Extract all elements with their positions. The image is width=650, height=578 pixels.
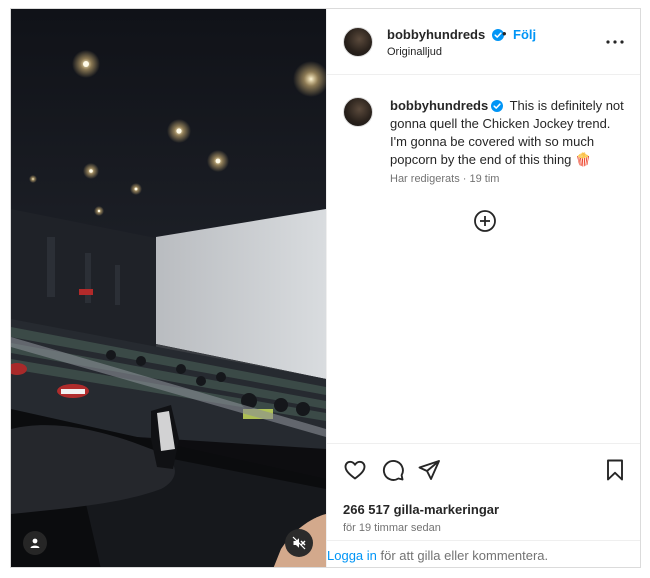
caption-text-block: bobbyhundreds This is definitely not gon… <box>390 97 630 169</box>
post-side-panel: bobbyhundreds • Följ Originalljud bobbyh… <box>326 9 640 567</box>
user-tag-button[interactable] <box>23 531 47 555</box>
caption-username[interactable]: bobbyhundreds <box>390 98 504 113</box>
muted-speaker-icon <box>292 536 306 550</box>
like-count[interactable]: 266 517 gilla-markeringar <box>343 502 499 517</box>
bookmark-icon[interactable] <box>603 458 627 482</box>
caption-author-avatar[interactable] <box>343 97 373 127</box>
follow-separator: • <box>502 26 507 41</box>
post-actions: 266 517 gilla-markeringar för 19 timmar … <box>327 443 640 567</box>
send-icon[interactable] <box>417 458 441 482</box>
follow-button[interactable]: Följ <box>513 27 536 42</box>
login-link[interactable]: Logga in <box>327 548 377 563</box>
login-prompt: Logga in för att gilla eller kommentera. <box>327 540 640 567</box>
login-prompt-text: för att gilla eller kommentera. <box>376 548 549 563</box>
caption-meta: Har redigerats · 19 tim <box>390 173 499 185</box>
heart-icon[interactable] <box>343 458 367 482</box>
edited-label: Har redigerats <box>390 173 460 185</box>
plus-circle-icon[interactable] <box>473 209 497 233</box>
instagram-post-embed: bobbyhundreds • Följ Originalljud bobbyh… <box>10 8 641 568</box>
verified-badge-icon <box>491 100 504 112</box>
user-tag-icon <box>30 538 40 548</box>
comment-icon[interactable] <box>381 458 405 482</box>
post-video[interactable] <box>11 9 326 567</box>
cinema-photo <box>11 9 326 567</box>
audio-link[interactable]: Originalljud <box>387 46 442 58</box>
post-header: bobbyhundreds • Följ Originalljud <box>327 9 640 75</box>
more-options-icon[interactable] <box>605 35 625 49</box>
author-username[interactable]: bobbyhundreds <box>387 27 504 42</box>
mute-toggle-button[interactable] <box>285 529 313 557</box>
caption-age[interactable]: 19 tim <box>470 173 500 185</box>
meta-separator: · <box>462 173 467 185</box>
post-timestamp[interactable]: för 19 timmar sedan <box>343 522 441 534</box>
author-avatar[interactable] <box>343 27 373 57</box>
